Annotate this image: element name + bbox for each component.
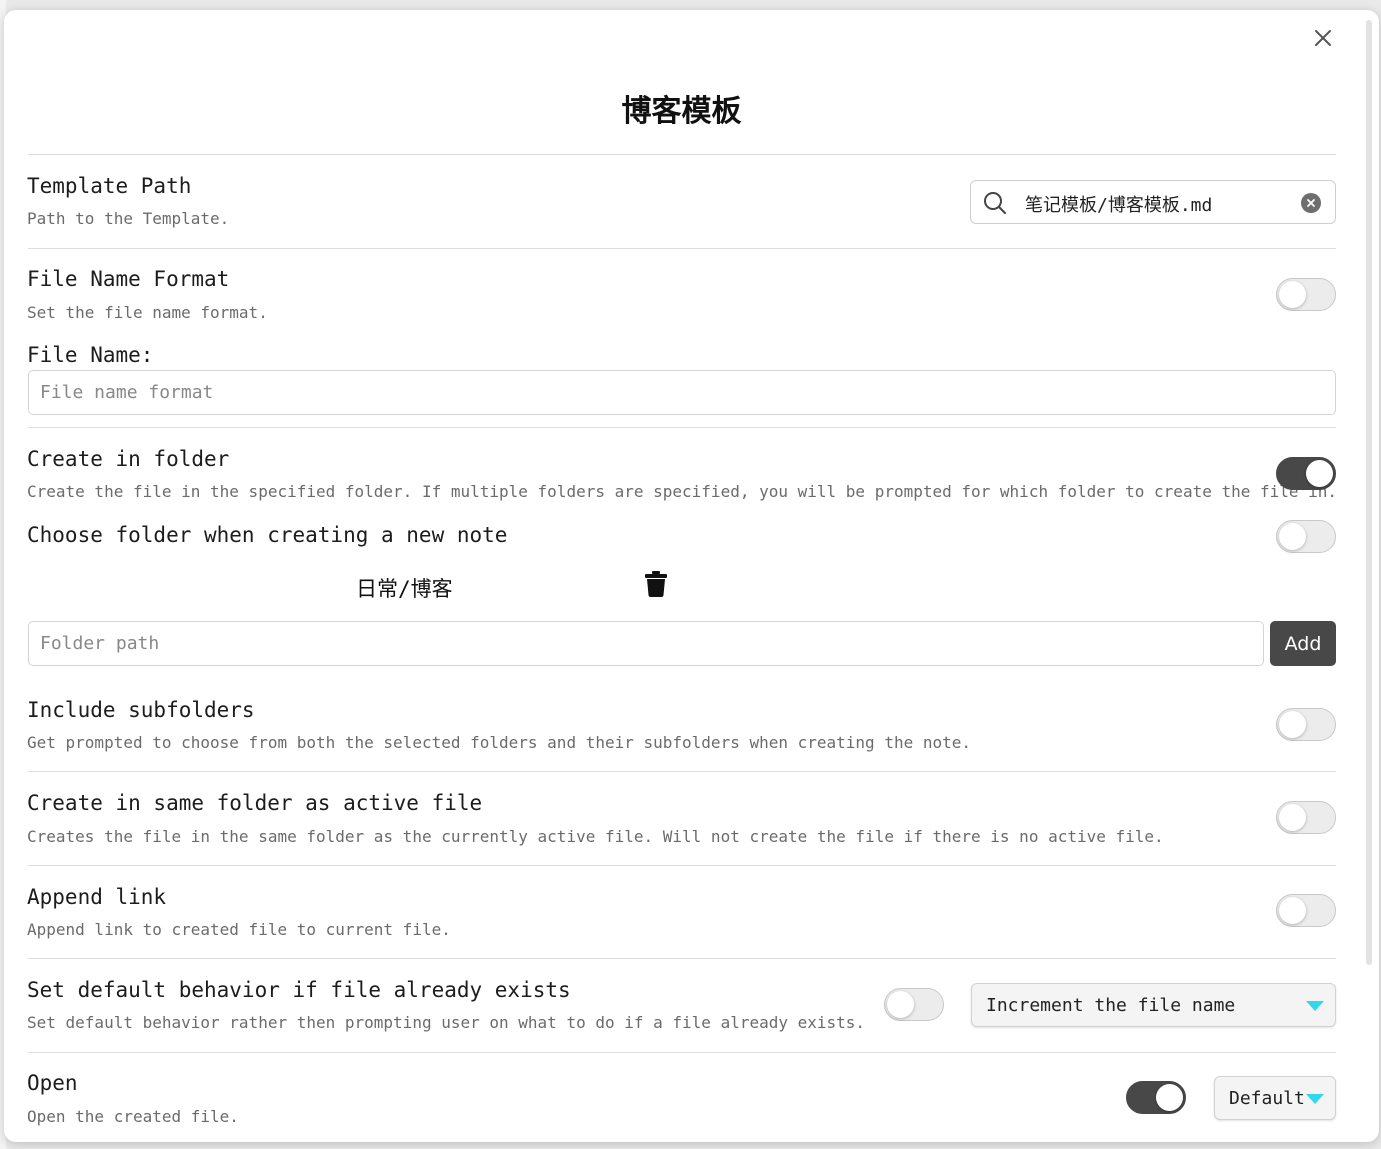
divider xyxy=(28,154,1336,155)
default-behavior-description: Set default behavior rather then prompti… xyxy=(27,1013,866,1032)
template-path-value: 笔记模板/博客模板.md xyxy=(1025,195,1213,216)
default-behavior-select[interactable]: Increment the file name xyxy=(971,983,1336,1027)
create-in-folder-label: Create in folder xyxy=(27,447,230,471)
close-button[interactable] xyxy=(1309,24,1337,52)
toggle-knob xyxy=(1279,897,1306,924)
choose-folder-label: Choose folder when creating a new note xyxy=(27,523,508,547)
modal-title: 博客模板 xyxy=(621,94,742,129)
divider xyxy=(28,248,1336,249)
template-path-description: Path to the Template. xyxy=(27,209,230,228)
default-behavior-toggle[interactable] xyxy=(884,988,944,1021)
divider xyxy=(28,427,1336,428)
dropdown-caret-icon xyxy=(1306,1094,1324,1104)
include-subfolders-description: Get prompted to choose from both the sel… xyxy=(27,733,972,752)
add-folder-button[interactable]: Add xyxy=(1270,621,1336,666)
scrollbar-thumb[interactable] xyxy=(1366,20,1372,965)
open-toggle[interactable] xyxy=(1126,1081,1186,1114)
toggle-knob xyxy=(1306,460,1333,487)
include-subfolders-label: Include subfolders xyxy=(27,698,255,722)
delete-folder-button[interactable] xyxy=(645,571,667,601)
file-name-format-label: File Name Format xyxy=(27,267,230,291)
template-path-search[interactable]: 笔记模板/博客模板.md xyxy=(970,180,1336,224)
divider xyxy=(28,771,1336,772)
file-name-field-label: File Name: xyxy=(27,343,154,367)
template-path-label: Template Path xyxy=(27,174,192,198)
append-link-description: Append link to created file to current f… xyxy=(27,920,451,939)
dropdown-caret-icon xyxy=(1306,1001,1324,1011)
toggle-knob xyxy=(887,991,914,1018)
divider xyxy=(28,1052,1336,1053)
open-description: Open the created file. xyxy=(27,1107,239,1126)
open-label: Open xyxy=(27,1071,78,1095)
toggle-knob xyxy=(1156,1084,1183,1111)
toggle-knob xyxy=(1279,281,1306,308)
divider xyxy=(28,865,1336,866)
divider xyxy=(28,958,1336,959)
clear-icon xyxy=(1307,199,1315,207)
include-subfolders-toggle[interactable] xyxy=(1276,708,1336,741)
file-name-format-toggle[interactable] xyxy=(1276,278,1336,311)
template-settings-modal: 博客模板 Template Path Path to the Template.… xyxy=(4,10,1379,1142)
append-link-label: Append link xyxy=(27,885,167,909)
close-icon xyxy=(1315,30,1331,46)
default-behavior-label: Set default behavior if file already exi… xyxy=(27,978,571,1002)
toggle-knob xyxy=(1279,523,1306,550)
folder-list-item: 日常/博客 xyxy=(356,577,453,601)
create-in-folder-description: Create the file in the specified folder.… xyxy=(27,482,1338,501)
clear-search-button[interactable] xyxy=(1301,193,1321,213)
open-mode-selected: Default xyxy=(1229,1088,1305,1109)
same-folder-description: Creates the file in the same folder as t… xyxy=(27,827,1164,846)
same-folder-label: Create in same folder as active file xyxy=(27,791,483,815)
choose-folder-toggle[interactable] xyxy=(1276,520,1336,553)
open-mode-select[interactable]: Default xyxy=(1214,1076,1336,1120)
toggle-knob xyxy=(1279,711,1306,738)
trash-icon xyxy=(645,571,667,597)
search-icon xyxy=(984,192,1006,214)
toggle-knob xyxy=(1279,804,1306,831)
append-link-toggle[interactable] xyxy=(1276,894,1336,927)
same-folder-toggle[interactable] xyxy=(1276,801,1336,834)
folder-path-input[interactable] xyxy=(28,621,1264,666)
file-name-input[interactable] xyxy=(28,370,1336,415)
file-name-format-description: Set the file name format. xyxy=(27,303,268,322)
default-behavior-selected: Increment the file name xyxy=(986,995,1236,1016)
create-in-folder-toggle[interactable] xyxy=(1276,457,1336,490)
